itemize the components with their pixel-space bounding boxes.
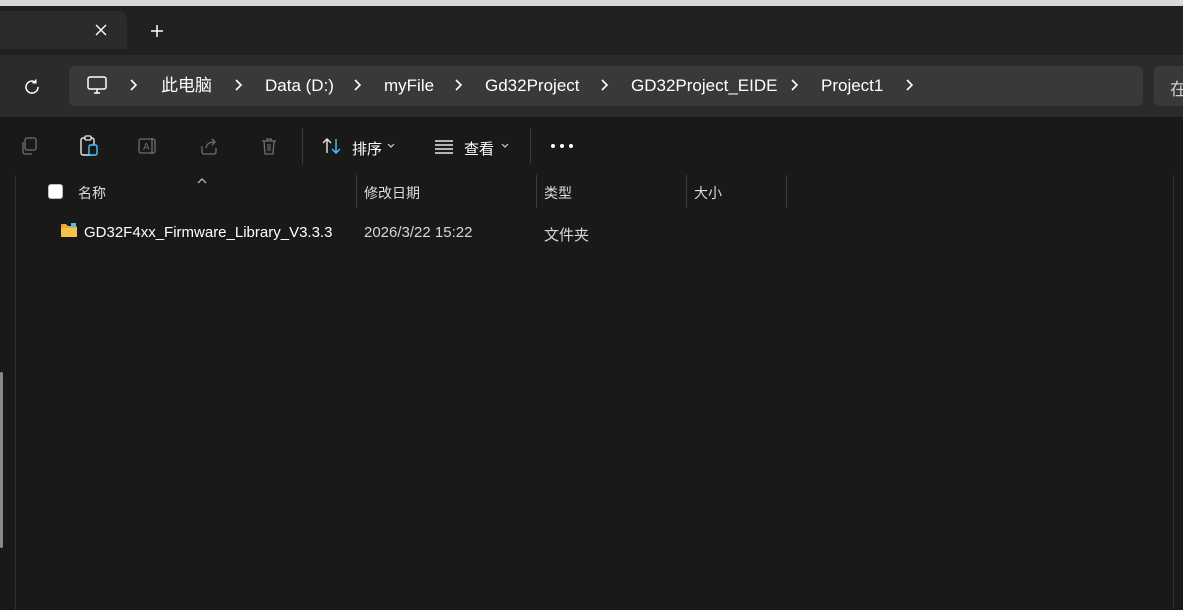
breadcrumb-myfile[interactable]: myFile [384, 75, 434, 97]
trash-icon[interactable] [257, 133, 281, 159]
pane-divider [1173, 175, 1174, 610]
sort-button[interactable]: 排序 [352, 138, 382, 159]
paste-icon[interactable] [77, 133, 101, 159]
column-header-type[interactable]: 类型 [544, 183, 572, 203]
scrollbar-thumb[interactable] [0, 372, 3, 548]
svg-text:A: A [143, 142, 150, 153]
command-bar [0, 117, 1183, 175]
file-name[interactable]: GD32F4xx_Firmware_Library_V3.3.3 [84, 224, 332, 241]
view-icon[interactable] [432, 133, 456, 159]
chevron-right-icon[interactable] [128, 77, 140, 93]
share-icon[interactable] [197, 133, 221, 159]
search-placeholder: 在 [1170, 80, 1183, 99]
file-modified: 2026/3/22 15:22 [364, 224, 473, 241]
chevron-down-icon[interactable] [385, 140, 397, 152]
column-header-size[interactable]: 大小 [694, 183, 722, 203]
view-button[interactable]: 查看 [464, 138, 494, 159]
chevron-right-icon[interactable] [599, 77, 611, 93]
column-divider[interactable] [536, 175, 537, 208]
sort-ascending-icon [196, 172, 208, 184]
column-divider[interactable] [356, 175, 357, 208]
toolbar-divider [302, 128, 303, 164]
breadcrumb-project1[interactable]: Project1 [821, 75, 883, 97]
chevron-down-icon[interactable] [499, 140, 511, 152]
copy-icon[interactable] [17, 133, 41, 159]
breadcrumb-this-pc[interactable]: 此电脑 [161, 75, 212, 97]
file-type: 文件夹 [544, 227, 590, 244]
new-tab-button[interactable] [144, 18, 170, 44]
column-divider[interactable] [786, 175, 787, 208]
chevron-right-icon[interactable] [352, 77, 364, 93]
chevron-right-icon[interactable] [233, 77, 245, 93]
more-icon[interactable] [550, 133, 574, 159]
toolbar-divider [530, 128, 531, 164]
refresh-icon[interactable] [16, 73, 48, 101]
chevron-right-icon[interactable] [904, 77, 916, 93]
tab-bar [0, 6, 1183, 55]
chevron-right-icon[interactable] [453, 77, 465, 93]
column-divider[interactable] [686, 175, 687, 208]
rename-icon[interactable]: A [136, 133, 160, 159]
column-header-name[interactable]: 名称 [78, 183, 106, 203]
breadcrumb-gd32project[interactable]: Gd32Project [485, 75, 580, 97]
close-icon[interactable] [89, 18, 113, 42]
breadcrumb-data-drive[interactable]: Data (D:) [265, 75, 334, 97]
monitor-icon[interactable] [86, 74, 108, 96]
chevron-right-icon[interactable] [789, 77, 801, 93]
folder-icon [60, 222, 78, 238]
column-header-modified[interactable]: 修改日期 [364, 183, 420, 203]
select-all-checkbox[interactable] [48, 184, 63, 199]
sort-icon[interactable] [320, 133, 344, 159]
breadcrumb-gd32project-eide[interactable]: GD32Project_EIDE [631, 75, 777, 97]
